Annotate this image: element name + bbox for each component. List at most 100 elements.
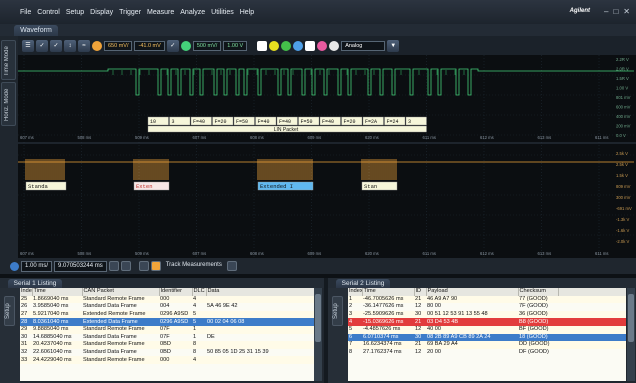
fft-icon[interactable]: ≈ xyxy=(78,39,90,52)
table-cell-filler xyxy=(558,295,626,304)
side-tab-horiz-mode[interactable]: Horiz. Mode xyxy=(1,82,16,126)
close-icon[interactable]: ✕ xyxy=(623,7,630,16)
lin-field-label: F=40 xyxy=(322,119,334,125)
table-cell: 14.6885040 ms xyxy=(33,333,72,340)
table-row[interactable]: 1 -46.7005626 ms 21 46 A9 A7 90 77 (GOOD) xyxy=(348,295,626,304)
menu-measure[interactable]: Measure xyxy=(147,9,174,16)
scroll-thumb[interactable] xyxy=(628,294,634,342)
serial-1-scrollbar[interactable] xyxy=(314,288,322,381)
table-row[interactable]: 27 5.9217040 ms Extended Remote Frame 0296 … xyxy=(20,310,314,319)
column-header[interactable]: Data xyxy=(206,288,314,296)
menu-analyze[interactable]: Analyze xyxy=(180,9,205,16)
measure-button[interactable] xyxy=(138,261,149,271)
table-row[interactable]: 28 8.0361040 ms Extended Data Frame 0296 A9… xyxy=(20,318,314,326)
checkbox-icon[interactable]: ✓ xyxy=(166,39,179,52)
menu-display[interactable]: Display xyxy=(90,9,113,16)
table-cell: 20.4237040 ms xyxy=(32,341,82,349)
channel-2-indicator[interactable] xyxy=(180,40,191,51)
bus-indicator[interactable] xyxy=(317,40,328,51)
table-cell: B8 (GOOD) xyxy=(518,318,558,326)
menu-utilities[interactable]: Utilities xyxy=(211,9,234,16)
chevron-down-icon[interactable]: ▼ xyxy=(387,39,400,52)
table-cell: Standard Remote Frame xyxy=(82,341,159,349)
math-indicator[interactable] xyxy=(281,40,292,51)
chevron-down-icon[interactable] xyxy=(226,261,237,271)
position-stepper[interactable] xyxy=(108,261,119,271)
menu-help[interactable]: Help xyxy=(240,9,254,16)
right-scale-label: 2.2R V xyxy=(616,57,629,62)
menu-setup[interactable]: Setup xyxy=(66,9,84,16)
lin-field-label: 10 xyxy=(150,119,156,125)
table-row[interactable]: 7 16.6234374 ms 21 69 BA 29 A4 DD (GOOD) xyxy=(348,341,626,349)
table-cell-filler xyxy=(558,318,626,326)
checkbox-icon[interactable]: ✓ xyxy=(36,39,48,52)
table-row[interactable]: 25 1.8669040 ms Standard Remote Frame 000 4 xyxy=(20,295,314,304)
ch1-offset-field[interactable]: -41.0 mV xyxy=(134,40,165,51)
time-tick-label: 620 ms xyxy=(365,251,379,256)
serial-2-scrollbar[interactable] xyxy=(627,288,635,381)
mode-select[interactable]: Analog xyxy=(341,40,386,51)
serial-2-setup-tab[interactable]: Setup xyxy=(332,296,343,326)
tab-serial-2-listing[interactable]: Serial 2 Listing xyxy=(336,279,390,288)
table-row[interactable]: 30 14.6885040 ms Standard Data Frame 07F 1 DE xyxy=(20,334,314,342)
table-row[interactable]: 4 -15.0369626 ms 21 03 D4 53 4B B8 (GOOD) xyxy=(348,318,626,326)
column-header[interactable]: CAN Packet xyxy=(82,288,160,296)
column-header[interactable]: Identifier xyxy=(159,288,193,296)
ch2-scale-field[interactable]: 500 mV/ xyxy=(192,40,222,51)
table-cell: 0BD xyxy=(160,349,171,356)
tab-waveform[interactable]: Waveform xyxy=(14,25,58,36)
tab-serial-1-listing[interactable]: Serial 1 Listing xyxy=(8,279,62,288)
table-row[interactable]: 3 -25.5909626 ms 30 00 51 12 53 91 13 55 48… xyxy=(348,310,626,319)
menu-file[interactable]: File xyxy=(20,9,31,16)
right-scale-label: 1.00 V xyxy=(616,86,628,91)
ch1-scale-field[interactable]: 650 mV/ xyxy=(104,40,133,51)
column-header[interactable]: Index xyxy=(348,288,363,296)
ch2-offset-field[interactable]: 1.00 V xyxy=(223,40,248,51)
table-row[interactable]: 5 -4.4857626 ms 12 40 00 BF (GOOD) xyxy=(348,325,626,334)
column-header[interactable]: Checksum xyxy=(518,288,559,296)
table-cell-filler xyxy=(558,325,626,334)
lin-field-label: 3 xyxy=(172,119,175,125)
time-tick-label: 609 ms xyxy=(308,135,322,140)
can-frame-label: Exten xyxy=(136,183,153,190)
digital-indicator[interactable] xyxy=(305,40,316,51)
table-row[interactable]: 33 24.4229040 ms Standard Remote Frame 000 4 xyxy=(20,356,314,364)
table-cell: 5.9217040 ms xyxy=(32,310,82,319)
horizontal-position-field[interactable]: 9.070503244 ms xyxy=(54,260,107,272)
table-cell: -15.0369626 ms xyxy=(362,318,414,326)
column-header[interactable]: Index xyxy=(20,288,33,296)
table-cell: 26 xyxy=(21,303,28,310)
channel-4-indicator[interactable] xyxy=(269,40,280,51)
table-row[interactable]: 29 9.8885040 ms Standard Remote Frame 07F 1 xyxy=(20,325,314,334)
table-cell: 1.8669040 ms xyxy=(32,295,82,304)
cursor-icon[interactable]: ↕ xyxy=(64,39,76,52)
table-row[interactable]: 31 20.4237040 ms Standard Remote Frame 0BD 8 xyxy=(20,341,314,349)
column-header[interactable]: Time xyxy=(32,288,83,296)
column-header[interactable]: Payload xyxy=(426,288,519,296)
checkbox-icon[interactable]: ✓ xyxy=(50,39,62,52)
column-header[interactable]: DLC xyxy=(192,288,207,296)
column-header[interactable]: ID xyxy=(414,288,427,296)
menu-control[interactable]: Control xyxy=(37,9,60,16)
table-row[interactable]: 6 6.0710374 ms 30 08 2B 89 A9 CB 89 2A 24 18… xyxy=(348,333,626,342)
horizontal-scale-field[interactable]: 1.00 ms/ xyxy=(21,260,53,272)
table-row[interactable]: 2 -36.1477626 ms 12 80 00 7F (GOOD) xyxy=(348,303,626,311)
waveform-display[interactable]: 607 ms 508 ms 509 ms 607 ms 608 ms 609 ms 620 … xyxy=(18,55,636,258)
toolbar-button[interactable]: ☰ xyxy=(22,39,34,52)
histogram-indicator[interactable] xyxy=(329,40,340,51)
table-row[interactable]: 8 27.1762374 ms 12 20 00 DF (GOOD) xyxy=(348,349,626,357)
ref-indicator[interactable] xyxy=(293,40,304,51)
channel-3-indicator[interactable] xyxy=(257,40,268,51)
restore-icon[interactable]: □ xyxy=(613,7,618,16)
channel-1-indicator[interactable] xyxy=(92,40,102,51)
table-row[interactable]: 32 22.6061040 ms Standard Data Frame 0BD 8 50… xyxy=(20,349,314,357)
menu-trigger[interactable]: Trigger xyxy=(119,9,141,16)
minimize-icon[interactable]: – xyxy=(604,7,608,16)
side-tab-time-mode[interactable]: Time Mode xyxy=(1,40,16,80)
zoom-button[interactable] xyxy=(120,261,131,271)
serial-1-setup-tab[interactable]: Setup xyxy=(4,296,15,326)
measure-color-button[interactable] xyxy=(150,261,161,271)
scroll-thumb[interactable] xyxy=(315,294,321,342)
table-row[interactable]: 26 3.9585040 ms Standard Data Frame 004 4 5A … xyxy=(20,303,314,311)
column-header[interactable]: Time xyxy=(362,288,415,296)
